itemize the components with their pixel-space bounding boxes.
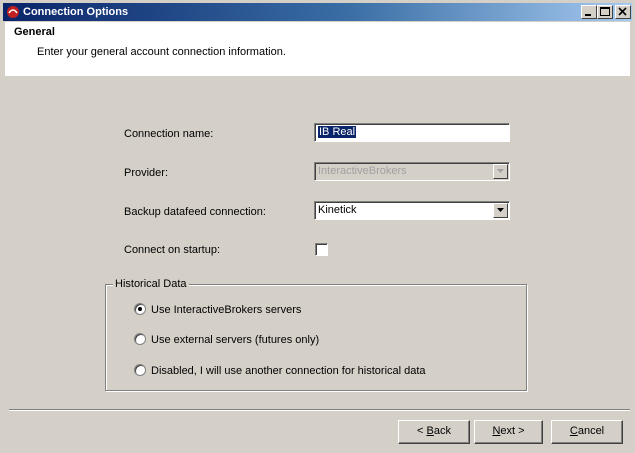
chevron-down-icon (497, 208, 504, 212)
close-icon (618, 7, 627, 16)
backup-datafeed-value: Kinetick (318, 204, 357, 216)
app-icon (7, 6, 19, 18)
radio-use-ib-servers[interactable] (134, 303, 146, 315)
connection-options-window: Connection Options General Enter your ge… (0, 0, 635, 453)
provider-dropdown-button (493, 164, 508, 179)
radio-disabled[interactable] (134, 364, 146, 376)
next-button[interactable]: Next > (474, 420, 543, 444)
radio-use-external-servers[interactable] (134, 333, 146, 345)
minimize-button[interactable] (581, 5, 597, 19)
historical-data-legend: Historical Data (113, 278, 189, 290)
cancel-button[interactable]: Cancel (551, 420, 623, 444)
back-button-suffix: ack (433, 425, 451, 437)
radio-use-ib-servers-label[interactable]: Use InteractiveBrokers servers (151, 304, 301, 316)
provider-value: InteractiveBrokers (318, 165, 407, 177)
page-title: General (14, 26, 55, 38)
back-button-prefix: < (417, 425, 427, 437)
backup-dropdown-button[interactable] (493, 203, 508, 218)
maximize-button[interactable] (597, 5, 613, 19)
connect-on-startup-checkbox[interactable] (315, 243, 328, 256)
connect-on-startup-label: Connect on startup: (124, 244, 221, 256)
footer-separator (9, 409, 630, 411)
chevron-down-icon (497, 169, 504, 173)
connection-name-label: Connection name: (124, 128, 214, 140)
radio-selected-dot (138, 307, 142, 311)
provider-select: InteractiveBrokers (314, 162, 510, 181)
provider-label: Provider: (124, 167, 169, 179)
cancel-button-mnemonic: C (569, 425, 578, 437)
wizard-header: General Enter your general account conne… (5, 22, 630, 76)
backup-datafeed-label: Backup datafeed connection: (124, 206, 266, 218)
maximize-icon (600, 7, 610, 16)
back-button[interactable]: < Back (398, 420, 470, 444)
title-bar[interactable]: Connection Options (3, 3, 632, 21)
backup-datafeed-select[interactable]: Kinetick (314, 201, 510, 220)
window-title: Connection Options (23, 6, 129, 18)
back-button-mnemonic: B (426, 425, 434, 437)
next-button-suffix: ext > (500, 425, 525, 437)
cancel-button-suffix: ancel (577, 425, 605, 437)
radio-disabled-label[interactable]: Disabled, I will use another connection … (151, 365, 426, 377)
connection-name-input[interactable]: IB Real (314, 123, 510, 142)
radio-use-external-servers-label[interactable]: Use external servers (futures only) (151, 334, 319, 346)
close-button[interactable] (615, 5, 631, 19)
page-subtitle: Enter your general account connection in… (37, 46, 286, 58)
minimize-icon (585, 14, 591, 16)
connection-name-value: IB Real (318, 126, 357, 138)
